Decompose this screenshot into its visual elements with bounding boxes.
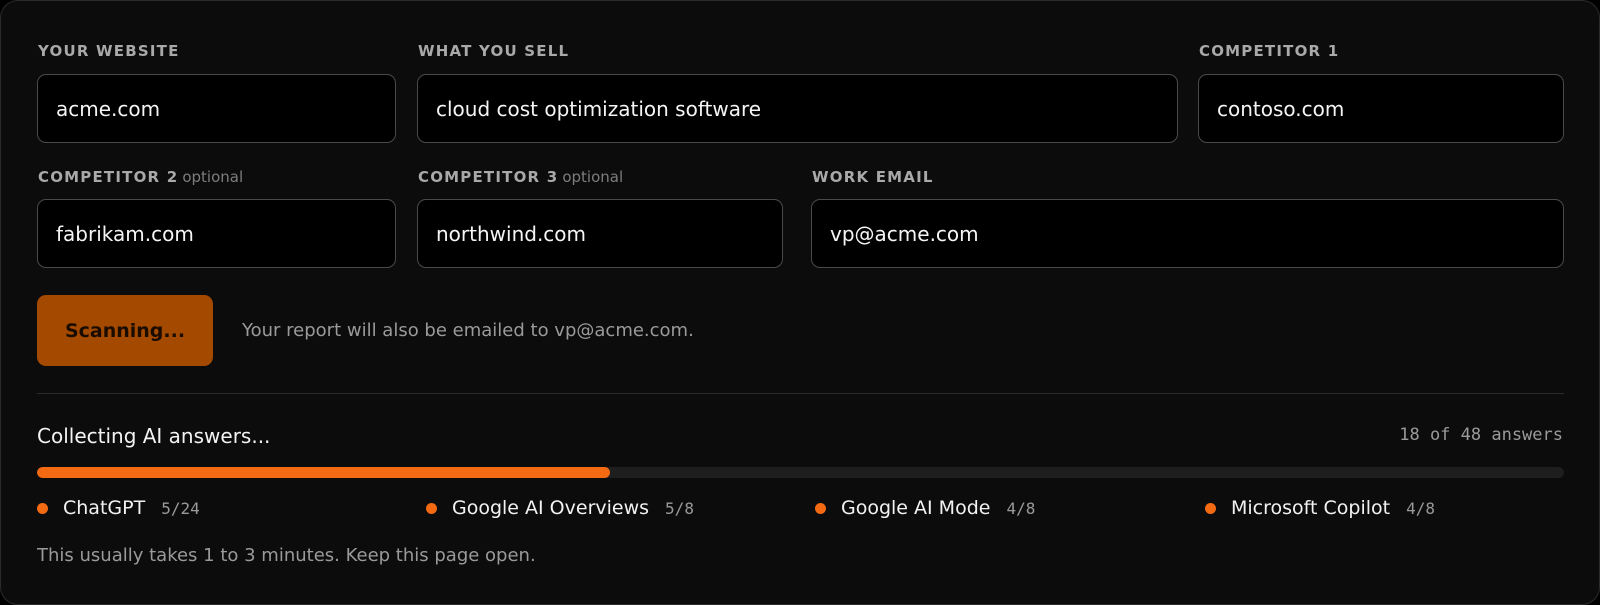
website-label: YOUR WEBSITE xyxy=(38,42,180,60)
engine-name: ChatGPT xyxy=(63,497,146,519)
engine-name: Google AI Overviews xyxy=(452,497,650,519)
engine-status-google-ai-mode: Google AI Mode 4/8 xyxy=(815,496,1035,520)
status-dot-icon xyxy=(1205,502,1216,514)
divider xyxy=(37,393,1564,394)
competitor1-label-text: COMPETITOR 1 xyxy=(1199,42,1340,60)
progress-bar-fill xyxy=(37,467,610,478)
competitor3-label: COMPETITOR 3 optional xyxy=(418,168,623,186)
progress-bar xyxy=(37,467,1564,478)
answers-count: 18 of 48 answers xyxy=(1399,425,1563,445)
progress-status: Collecting AI answers... xyxy=(37,424,271,448)
engine-status-microsoft-copilot: Microsoft Copilot 4/8 xyxy=(1205,496,1435,520)
duration-hint: This usually takes 1 to 3 minutes. Keep … xyxy=(37,545,536,566)
engine-count: 4/8 xyxy=(1406,498,1435,518)
competitor1-input[interactable] xyxy=(1198,74,1564,143)
competitor2-label: COMPETITOR 2 optional xyxy=(38,168,243,186)
email-note: Your report will also be emailed to vp@a… xyxy=(242,320,694,341)
engine-count: 5/8 xyxy=(665,498,694,518)
engine-status-google-ai-overviews: Google AI Overviews 5/8 xyxy=(426,496,694,520)
status-dot-icon xyxy=(426,502,437,514)
competitor2-input[interactable] xyxy=(37,199,396,268)
engine-count: 5/24 xyxy=(161,498,200,518)
competitor3-label-text: COMPETITOR 3 xyxy=(418,168,559,186)
competitor1-label: COMPETITOR 1 xyxy=(1199,42,1339,60)
what-you-sell-label: WHAT YOU SELL xyxy=(418,42,569,60)
competitor3-input[interactable] xyxy=(417,199,783,268)
website-label-text: YOUR WEBSITE xyxy=(38,42,180,60)
competitor2-label-text: COMPETITOR 2 xyxy=(38,168,179,186)
engine-count: 4/8 xyxy=(1006,498,1036,518)
scan-form-card: YOUR WEBSITE WHAT YOU SELL COMPETITOR 1 … xyxy=(0,0,1600,605)
website-input[interactable] xyxy=(37,74,396,143)
engine-name: Google AI Mode xyxy=(841,497,991,519)
status-dot-icon xyxy=(815,502,826,514)
engine-status-chatgpt: ChatGPT 5/24 xyxy=(37,496,200,520)
scan-button[interactable]: Scanning... xyxy=(37,295,213,366)
competitor2-optional-tag: optional xyxy=(182,168,244,186)
work-email-input[interactable] xyxy=(811,199,1564,268)
status-dot-icon xyxy=(37,502,48,514)
what-you-sell-input[interactable] xyxy=(417,74,1178,143)
engine-name: Microsoft Copilot xyxy=(1231,497,1391,519)
work-email-label-text: WORK EMAIL xyxy=(812,168,934,186)
what-you-sell-label-text: WHAT YOU SELL xyxy=(418,42,570,60)
work-email-label: WORK EMAIL xyxy=(812,168,934,186)
competitor3-optional-tag: optional xyxy=(562,168,624,186)
